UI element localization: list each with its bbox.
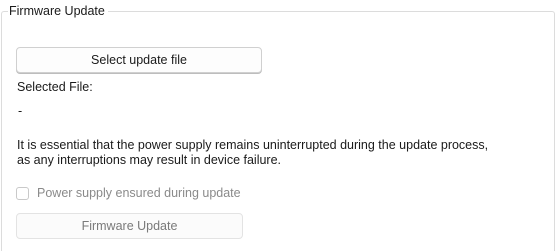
power-supply-checkbox-label[interactable]: Power supply ensured during update bbox=[37, 185, 241, 201]
selected-file-label: Selected File: bbox=[17, 80, 93, 94]
groupbox-title: Firmware Update bbox=[8, 3, 108, 19]
power-supply-checkbox-row[interactable]: Power supply ensured during update bbox=[16, 185, 241, 201]
power-warning-line-2: as any interruptions may result in devic… bbox=[17, 153, 282, 167]
power-warning-text: It is essential that the power supply re… bbox=[17, 138, 488, 168]
select-update-file-button[interactable]: Select update file bbox=[16, 47, 262, 73]
power-supply-checkbox[interactable] bbox=[16, 186, 29, 200]
selected-file-value: - bbox=[18, 104, 23, 118]
power-warning-line-1: It is essential that the power supply re… bbox=[17, 138, 489, 152]
firmware-update-button[interactable]: Firmware Update bbox=[16, 213, 243, 239]
